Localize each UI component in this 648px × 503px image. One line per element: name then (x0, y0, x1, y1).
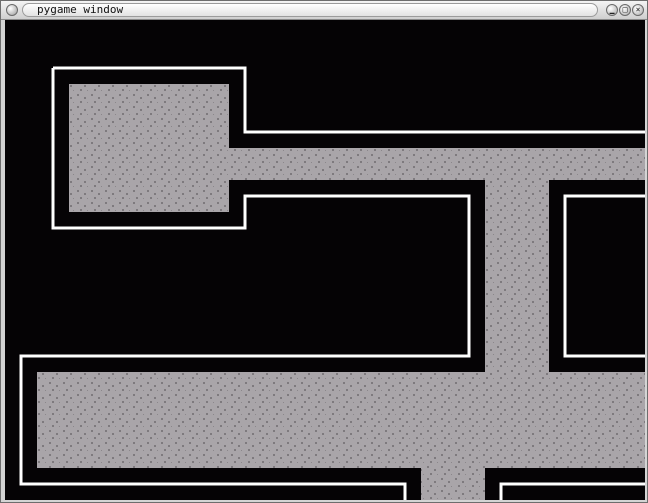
title-pill: pygame window (22, 3, 598, 17)
minimize-icon[interactable]: ▁ (606, 4, 618, 16)
title-bar[interactable]: pygame window ▁ □ × (1, 1, 647, 20)
dungeon-map (5, 20, 645, 500)
game-canvas[interactable] (5, 20, 645, 500)
corridor-floor (421, 468, 485, 500)
circle-menu-icon[interactable] (6, 4, 18, 16)
hall-floor (37, 372, 645, 468)
corridor-floor (485, 180, 549, 388)
pygame-window: pygame window ▁ □ × (0, 0, 648, 503)
room-floor (69, 84, 229, 212)
window-title: pygame window (37, 3, 124, 16)
close-icon[interactable]: × (632, 4, 644, 16)
maximize-icon[interactable]: □ (619, 4, 631, 16)
corridor-floor (229, 148, 645, 180)
